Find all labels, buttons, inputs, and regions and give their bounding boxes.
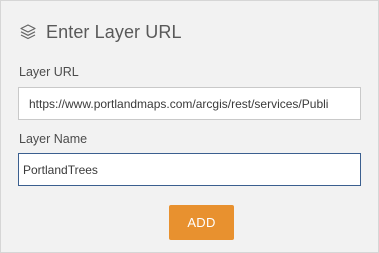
enter-layer-url-panel: Enter Layer URL Layer URL Layer Name ADD xyxy=(0,0,379,253)
add-button[interactable]: ADD xyxy=(169,205,234,240)
layer-name-label: Layer Name xyxy=(19,132,88,146)
layer-url-label: Layer URL xyxy=(19,65,79,79)
panel-header: Enter Layer URL xyxy=(19,19,182,45)
panel-title: Enter Layer URL xyxy=(46,21,182,42)
layers-icon xyxy=(19,23,37,41)
layer-name-input[interactable] xyxy=(18,153,361,186)
layer-url-input[interactable] xyxy=(18,87,361,120)
